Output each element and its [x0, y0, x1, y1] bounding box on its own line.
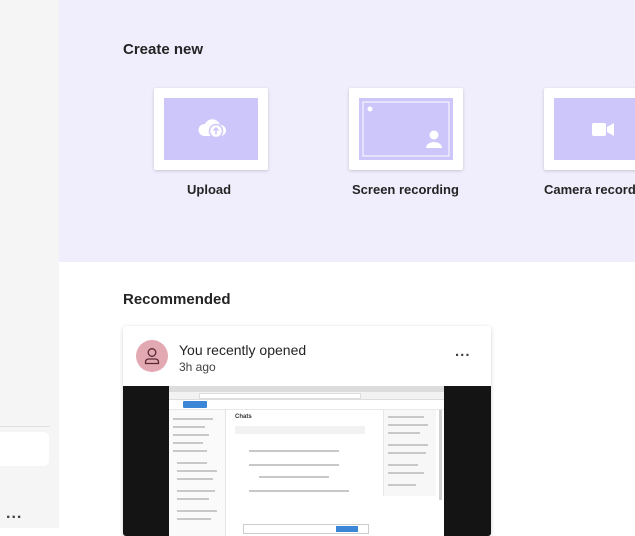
camera-record-tile[interactable]	[544, 88, 635, 170]
preview-nav-bar	[169, 400, 444, 410]
video-camera-icon	[592, 123, 614, 136]
preview-info-panel	[383, 410, 436, 496]
preview-message-box	[243, 524, 369, 534]
screen-recording-icon	[362, 101, 450, 157]
avatar	[136, 340, 168, 372]
sidebar-more-button[interactable]: ...	[6, 505, 22, 523]
cloud-upload-icon	[198, 119, 227, 139]
camera-record-label: Camera record	[544, 182, 635, 197]
preview-scrollbar	[439, 410, 442, 500]
card-timestamp: 3h ago	[179, 360, 216, 374]
preview-page-title: Chats	[235, 414, 252, 420]
preview-table-header	[235, 426, 365, 434]
camera-record-thumbnail	[554, 98, 635, 160]
left-sidebar: ...	[0, 0, 59, 528]
screen-recording-tile[interactable]	[349, 88, 463, 170]
preview-address-bar	[169, 392, 444, 400]
recent-file-card[interactable]: You recently opened 3h ago ... Chats	[123, 326, 491, 536]
screen-recording-thumbnail	[359, 98, 453, 160]
upload-tile[interactable]	[154, 88, 268, 170]
preview-side-menu	[169, 410, 226, 536]
recommended-title: Recommended	[123, 291, 231, 308]
upload-thumbnail	[164, 98, 258, 160]
card-heading: You recently opened	[179, 342, 307, 358]
card-more-options-button[interactable]: ...	[455, 343, 471, 360]
upload-label: Upload	[187, 182, 232, 197]
person-icon	[144, 348, 160, 365]
preview-browser-window: Chats	[169, 386, 444, 536]
sidebar-divider	[0, 426, 50, 427]
file-preview-thumbnail: Chats	[123, 386, 491, 536]
sidebar-selected-item[interactable]	[0, 432, 49, 466]
screen-recording-label: Screen recording	[352, 182, 459, 197]
create-new-title: Create new	[123, 41, 204, 58]
